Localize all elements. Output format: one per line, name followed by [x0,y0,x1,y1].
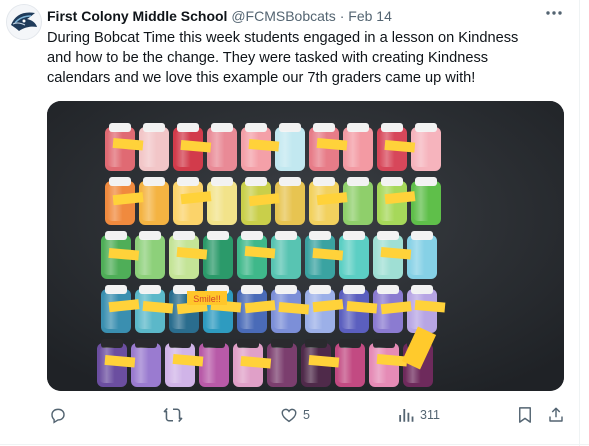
bottle-cap [381,177,403,186]
views-chart-icon [399,409,414,422]
tweet-header: First Colony Middle School @FCMSBobcats … [47,8,392,24]
bottle-cap [275,285,297,294]
author-name[interactable]: First Colony Middle School [47,8,227,24]
timeline-border [579,0,580,446]
heart-icon [281,408,297,423]
tweet-text-line: During Bobcat Time this week students en… [47,30,519,46]
tweet-divider [0,444,589,445]
author-handle[interactable]: @FCMSBobcats [231,8,335,24]
bottle-shine [141,131,167,167]
bottle-shine [269,347,295,383]
bottle-cap [309,231,331,240]
bookmark-button[interactable] [517,400,533,430]
bottle-shine [209,131,235,167]
bottle-cap [415,177,437,186]
bottle-shine [277,185,303,221]
bottle-shine [141,185,167,221]
bottle-cap [241,231,263,240]
bottle-shine [133,347,159,383]
bottle-cap [143,177,165,186]
bottle-cap [211,123,233,132]
bottle-cap [245,177,267,186]
bottle-shine [345,185,371,221]
bottle-cap [177,177,199,186]
bottle-cap [279,177,301,186]
bottle-cap [101,339,123,348]
bobcat-logo-icon [7,5,41,39]
bottle-cap [109,177,131,186]
tweet-text: During Bobcat Time this week students en… [47,28,559,88]
separator-dot: · [339,8,345,24]
retweet-button[interactable] [163,400,188,430]
retweet-icon [163,407,183,423]
bottle-cap [139,285,161,294]
bottle-cap [245,123,267,132]
bottle-cap [343,231,365,240]
tweet-date[interactable]: Feb 14 [348,8,392,24]
bottle-shine [277,131,303,167]
bottle-cap [347,123,369,132]
views-count: 311 [420,408,440,422]
share-button[interactable] [547,400,565,430]
avatar[interactable] [6,4,42,40]
bottle-cap [275,231,297,240]
bottle-cap [139,231,161,240]
bottle-cap [415,123,437,132]
bottle-shine [273,239,299,275]
bottle-cap [377,285,399,294]
tweet-photo[interactable]: Smile!! [47,101,564,391]
bottle-cap [373,339,395,348]
bottle-cap [211,177,233,186]
bottle-cap [203,339,225,348]
bottle-shine [413,131,439,167]
bottle-cap [313,177,335,186]
bottle-cap [207,231,229,240]
bottle-cap [313,123,335,132]
bottle-shine [413,185,439,221]
tweet-actions: 5 311 [47,400,564,430]
bottle-shine [409,239,435,275]
bottle-shine [137,239,163,275]
more-options-icon[interactable] [544,6,564,20]
bottle-cap [105,285,127,294]
bottle-cap [135,339,157,348]
bottle-cap [109,123,131,132]
bottle-cap [347,177,369,186]
smile-sticky-note: Smile!! [187,291,227,305]
bottle-shine [209,185,235,221]
bottle-cap [169,339,191,348]
bottle-cap [377,231,399,240]
reply-button[interactable] [49,400,72,430]
bottle-cap [271,339,293,348]
like-count: 5 [303,408,310,422]
tweet-text-line: and how to be the change. They were task… [47,50,489,66]
bookmark-icon [519,407,531,423]
tweet-text-line: calendars and we love this example our 7… [47,70,476,86]
kindness-calendar-photo: Smile!! [47,101,564,391]
views-button[interactable]: 311 [397,400,440,430]
bottle-cap [173,231,195,240]
reply-icon [51,408,65,424]
bottle-shine [201,347,227,383]
bottle-cap [241,285,263,294]
bottle-cap [105,231,127,240]
bottle-shine [345,131,371,167]
bottle-cap [279,123,301,132]
share-icon [549,407,563,422]
bottle-cap [237,339,259,348]
bottle-cap [305,339,327,348]
like-button[interactable]: 5 [280,400,310,430]
bottle-cap [411,285,433,294]
bottle-cap [309,285,331,294]
bottle-cap [177,123,199,132]
smile-note-text: Smile!! [193,294,221,304]
bottle-cap [411,231,433,240]
bottle-shine [205,239,231,275]
bottle-cap [339,339,361,348]
bottle-cap [343,285,365,294]
bottle-shine [341,239,367,275]
bottle-cap [381,123,403,132]
bottle-shine [337,347,363,383]
bottle-cap [143,123,165,132]
